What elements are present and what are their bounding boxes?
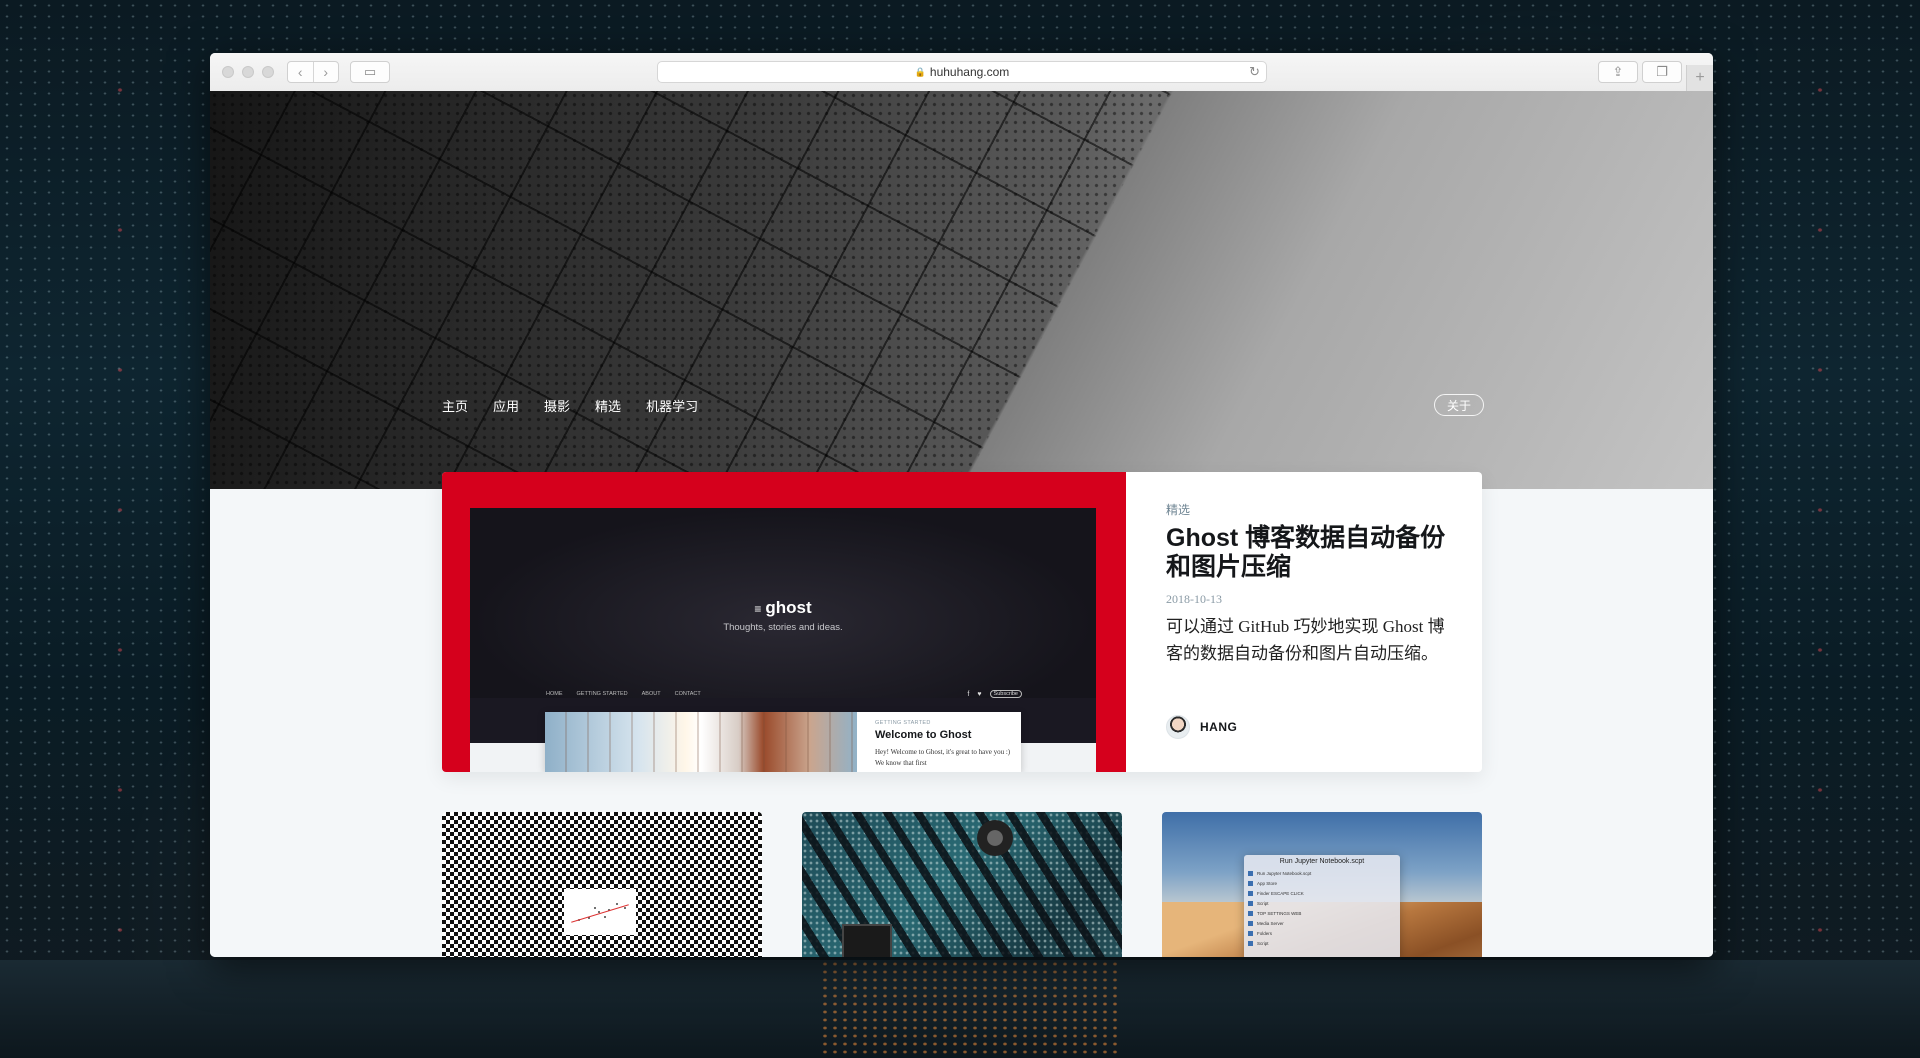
facebook-icon: f bbox=[967, 690, 970, 698]
share-icon: ⇪ bbox=[1612, 64, 1624, 79]
post-tag[interactable]: 精选 bbox=[1166, 501, 1446, 518]
ghost-post-desc: Hey! Welcome to Ghost, it's great to hav… bbox=[875, 748, 1011, 767]
post-date: 2018-10-13 bbox=[1166, 592, 1222, 606]
scatter-plot-thumbnail bbox=[564, 889, 636, 935]
minimize-window-button[interactable] bbox=[242, 66, 254, 78]
nav-item-featured[interactable]: 精选 bbox=[595, 396, 621, 415]
address-bar[interactable]: 🔒 huhuhang.com ↻ bbox=[657, 61, 1267, 83]
nav-item-machine-learning[interactable]: 机器学习 bbox=[646, 396, 698, 415]
ghost-post-kicker: GETTING STARTED bbox=[875, 720, 931, 726]
browser-toolbar: ‹ › ▭ 🔒 huhuhang.com ↻ ⇪ ❐ + bbox=[210, 53, 1713, 92]
reload-icon[interactable]: ↻ bbox=[1249, 64, 1260, 80]
ghost-nav-item: ABOUT bbox=[641, 691, 661, 697]
share-button[interactable]: ⇪ bbox=[1598, 61, 1638, 83]
mini-list-item: TOP SETTINGS WEB bbox=[1248, 911, 1396, 917]
sidebar-toggle-button[interactable]: ▭ bbox=[350, 61, 390, 83]
site-nav: 主页 应用 摄影 精选 机器学习 bbox=[442, 396, 698, 415]
browser-window: ‹ › ▭ 🔒 huhuhang.com ↻ ⇪ ❐ + 主页 应用 摄影 精选… bbox=[210, 53, 1713, 957]
about-button[interactable]: 关于 bbox=[1434, 394, 1485, 416]
tabs-icon: ❐ bbox=[1656, 64, 1668, 79]
ghost-subscribe: Subscribe bbox=[989, 690, 1022, 698]
ghost-nav-item: HOME bbox=[546, 691, 563, 697]
url-text: huhuhang.com bbox=[929, 65, 1010, 79]
ghost-post-text: GETTING STARTED Welcome to Ghost Hey! We… bbox=[875, 720, 1015, 769]
ghost-nav-item: CONTACT bbox=[674, 691, 701, 697]
mini-list-item: Media Server bbox=[1248, 921, 1396, 927]
mini-list-item: Run Jupyter Notebook.scpt bbox=[1248, 871, 1396, 877]
mini-list-item: Script bbox=[1248, 901, 1396, 907]
post-card-thumbnail[interactable] bbox=[802, 812, 1122, 957]
ghost-nav-item: GETTING STARTED bbox=[576, 691, 628, 697]
post-author[interactable]: HANG bbox=[1166, 715, 1237, 739]
nav-item-home[interactable]: 主页 bbox=[442, 396, 468, 415]
mini-list-item: Script bbox=[1248, 941, 1396, 947]
featured-post-image[interactable]: ≡ ghost Thoughts, stories and ideas. HOME… bbox=[442, 472, 1126, 772]
featured-post-body: 精选 Ghost 博客数据自动备份和图片压缩 2018-10-13 可以通过 G… bbox=[1166, 501, 1446, 667]
post-title[interactable]: Ghost 博客数据自动备份和图片压缩 bbox=[1166, 524, 1446, 582]
close-window-button[interactable] bbox=[222, 66, 234, 78]
zoom-window-button[interactable] bbox=[262, 66, 274, 78]
ghost-post-card: GETTING STARTED Welcome to Ghost Hey! We… bbox=[545, 712, 1021, 772]
post-excerpt: 可以通过 GitHub 巧妙地实现 Ghost 博客的数据自动备份和图片自动压缩… bbox=[1166, 617, 1445, 663]
new-tab-button[interactable]: + bbox=[1686, 65, 1713, 91]
mini-finder-window: Run Jupyter Notebook.scpt Run Jupyter No… bbox=[1244, 855, 1400, 957]
web-page: 主页 应用 摄影 精选 机器学习 关于 ≡ ghost Thoughts, sto… bbox=[210, 91, 1713, 957]
ghost-nav: HOME GETTING STARTED ABOUT CONTACT bbox=[546, 691, 701, 697]
mini-list-item: Folders bbox=[1248, 931, 1396, 937]
author-name[interactable]: HANG bbox=[1200, 720, 1237, 734]
ghost-screenshot: ≡ ghost Thoughts, stories and ideas. HOME… bbox=[470, 508, 1096, 772]
hero-cover-image bbox=[210, 91, 1713, 489]
forward-icon[interactable]: › bbox=[312, 62, 339, 82]
plus-icon: + bbox=[1695, 69, 1705, 86]
back-icon[interactable]: ‹ bbox=[288, 62, 313, 82]
ghost-tagline: Thoughts, stories and ideas. bbox=[723, 622, 843, 633]
history-nav: ‹ › bbox=[287, 61, 339, 83]
post-card-thumbnail[interactable]: Run Jupyter Notebook.scpt Run Jupyter No… bbox=[1162, 812, 1482, 957]
ghost-post-image bbox=[545, 712, 857, 772]
featured-post-card[interactable]: ≡ ghost Thoughts, stories and ideas. HOME… bbox=[442, 472, 1482, 772]
ghost-logo: ≡ ghost bbox=[470, 598, 1096, 618]
tabs-overview-button[interactable]: ❐ bbox=[1642, 61, 1682, 83]
twitter-icon: ♥ bbox=[977, 690, 982, 698]
ghost-social: f ♥ Subscribe bbox=[967, 690, 1022, 698]
mini-window-title: Run Jupyter Notebook.scpt bbox=[1279, 858, 1365, 865]
ghost-logo-text: ghost bbox=[765, 598, 812, 617]
post-card-thumbnail[interactable] bbox=[442, 812, 762, 957]
lock-icon: 🔒 bbox=[914, 66, 926, 77]
ghost-logo-mark-icon: ≡ bbox=[754, 602, 762, 616]
desktop-wallpaper-bottom bbox=[0, 960, 1920, 1058]
sidebar-icon: ▭ bbox=[363, 64, 377, 79]
nav-item-photography[interactable]: 摄影 bbox=[544, 396, 570, 415]
mini-list-item: Finder ESCAPE CLICK bbox=[1248, 891, 1396, 897]
ghost-post-title: Welcome to Ghost bbox=[875, 729, 972, 741]
nav-item-apps[interactable]: 应用 bbox=[493, 396, 519, 415]
avatar[interactable] bbox=[1166, 715, 1190, 739]
mini-list-item: App Store bbox=[1248, 881, 1396, 887]
